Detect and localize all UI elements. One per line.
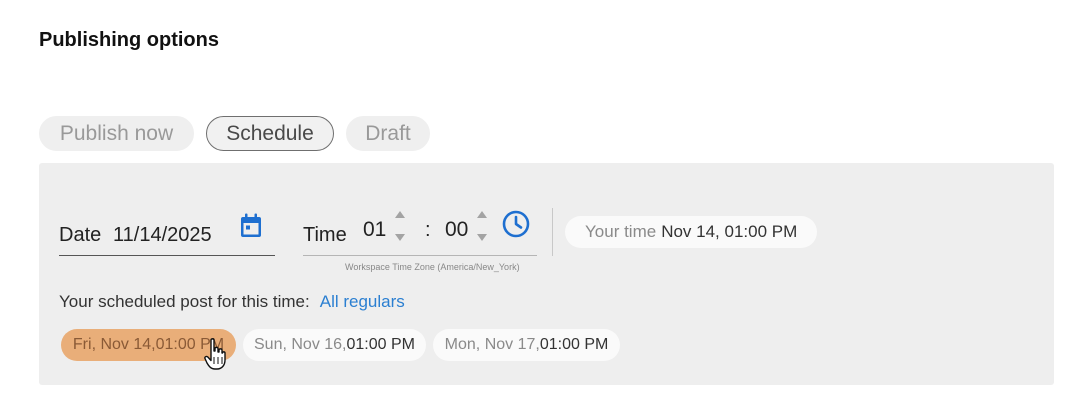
hour-stepper-icon[interactable] [393, 207, 407, 247]
tab-schedule[interactable]: Schedule [206, 116, 334, 151]
clock-icon[interactable] [501, 209, 531, 239]
all-regulars-link[interactable]: All regulars [320, 292, 405, 311]
date-label: Date [59, 224, 102, 246]
section-title: Publishing options [39, 29, 219, 51]
minute-input[interactable]: 00 [445, 218, 468, 242]
date-field[interactable]: Date 11/14/2025 [59, 207, 275, 256]
your-time-badge: Your time Nov 14, 01:00 PM [565, 216, 818, 248]
slot-time: 01:00 PM [155, 336, 225, 353]
schedule-panel: Date 11/14/2025 Time 01 : 00 Workspace T… [39, 163, 1054, 385]
tab-publish-now[interactable]: Publish now [39, 116, 194, 151]
your-time-label: Your time [585, 222, 657, 241]
slot-time: 01:00 PM [346, 336, 415, 353]
your-time-value: Nov 14, 01:00 PM [661, 222, 798, 241]
slot-day: Sun, Nov 16, [254, 336, 347, 353]
slot-day: Mon, Nov 17, [444, 336, 540, 353]
minute-stepper-icon[interactable] [475, 207, 489, 247]
scheduled-text: Your scheduled post for this time: [59, 292, 310, 311]
time-separator: : [425, 219, 431, 241]
time-slot-chip[interactable]: Mon, Nov 17, 01:00 PM [433, 329, 620, 361]
tab-draft[interactable]: Draft [346, 116, 430, 151]
slot-day: Fri, Nov 14, [72, 336, 156, 353]
publishing-options-page: Publishing options Publish now Schedule … [0, 0, 1087, 414]
slot-time: 01:00 PM [539, 336, 609, 353]
time-field: Time 01 : 00 [303, 207, 537, 256]
timezone-caption: Workspace Time Zone (America/New_York) [345, 262, 520, 272]
divider [552, 208, 553, 256]
calendar-icon[interactable] [239, 213, 263, 239]
time-slot-chip[interactable]: Fri, Nov 14, 01:00 PM [61, 329, 236, 361]
hour-input[interactable]: 01 [363, 218, 386, 242]
scheduled-info: Your scheduled post for this time: All re… [59, 292, 405, 312]
time-slot-chip[interactable]: Sun, Nov 16, 01:00 PM [243, 329, 426, 361]
time-label: Time [303, 224, 347, 246]
date-value[interactable]: 11/14/2025 [113, 224, 212, 247]
